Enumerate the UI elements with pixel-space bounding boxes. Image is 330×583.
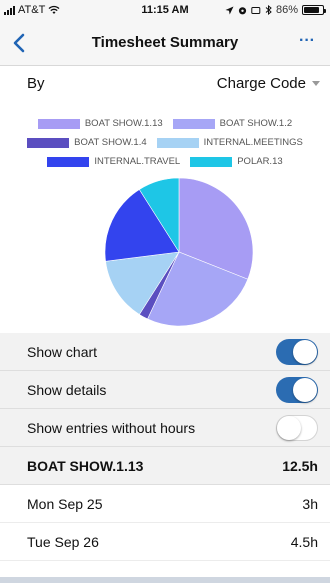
show-empty-entries-toggle[interactable] [276, 414, 318, 441]
entry-hours: 3h [302, 495, 318, 512]
page-title: Timesheet Summary [91, 34, 239, 51]
battery-icon [302, 5, 326, 15]
list-item[interactable]: Tue Sep 26 4.5h [0, 523, 330, 561]
group-by-row: By Charge Code [0, 67, 330, 109]
entry-date: Mon Sep 25 [27, 495, 103, 512]
battery-percent: 86% [275, 4, 298, 16]
legend-item: POLAR.13 [190, 156, 283, 167]
location-icon [225, 6, 234, 14]
legend-item: INTERNAL.MEETINGS [156, 137, 303, 148]
alarm-icon [238, 6, 247, 14]
legend-label: BOAT SHOW.1.2 [219, 118, 293, 129]
legend-row: BOAT SHOW.1.13 BOAT SHOW.1.2 [0, 114, 330, 133]
group-by-label: By [27, 75, 45, 92]
toggle-label: Show details [27, 381, 107, 398]
legend-swatch [27, 137, 70, 148]
bluetooth-icon [265, 5, 272, 15]
legend-label: BOAT SHOW.1.13 [84, 118, 163, 129]
legend-item: BOAT SHOW.1.13 [37, 118, 163, 129]
chart-legend: BOAT SHOW.1.13 BOAT SHOW.1.2 BOAT SHOW.1… [0, 114, 330, 171]
charge-code-name: BOAT SHOW.1.13 [27, 457, 144, 474]
show-chart-row: Show chart [0, 333, 330, 371]
legend-label: POLAR.13 [237, 156, 283, 167]
legend-item: BOAT SHOW.1.2 [172, 118, 293, 129]
legend-row: BOAT SHOW.1.4 INTERNAL.MEETINGS [0, 133, 330, 152]
group-by-select[interactable]: Charge Code [217, 75, 320, 92]
legend-swatch [47, 156, 90, 167]
entry-list: Mon Sep 25 3h Tue Sep 26 4.5h [0, 485, 330, 561]
legend-item: INTERNAL.TRAVEL [47, 156, 180, 167]
charge-code-group-header: BOAT SHOW.1.13 12.5h [0, 447, 330, 485]
list-item[interactable]: Mon Sep 25 3h [0, 485, 330, 523]
entry-hours: 4.5h [290, 533, 318, 550]
legend-swatch [37, 118, 80, 129]
legend-label: BOAT SHOW.1.4 [74, 137, 147, 148]
show-empty-entries-row: Show entries without hours [0, 409, 330, 447]
more-options-button[interactable]: ··· [294, 30, 320, 56]
legend-swatch [156, 137, 199, 148]
toggle-label: Show entries without hours [27, 419, 196, 436]
toggle-knob [277, 415, 301, 440]
summary-list: Show chart Show details Show entries wit… [0, 333, 330, 561]
status-right: 86% [225, 4, 326, 16]
screen-rotation-icon [251, 6, 261, 14]
legend-swatch [190, 156, 233, 167]
legend-row: INTERNAL.TRAVEL POLAR.13 [0, 152, 330, 171]
show-details-toggle[interactable] [276, 376, 318, 403]
legend-label: INTERNAL.MEETINGS [203, 137, 303, 148]
show-chart-toggle[interactable] [276, 338, 318, 365]
dropdown-caret-icon [312, 81, 320, 86]
toggle-knob [293, 377, 317, 402]
group-by-value: Charge Code [216, 75, 306, 92]
bottom-edge [0, 577, 330, 583]
legend-label: INTERNAL.TRAVEL [94, 156, 181, 167]
status-bar: AT&T 11:15 AM 86% [0, 0, 330, 20]
pie-chart [104, 177, 254, 327]
toggle-label: Show chart [27, 343, 98, 360]
toggle-knob [293, 339, 317, 364]
entry-date: Tue Sep 26 [27, 533, 99, 550]
show-details-row: Show details [0, 371, 330, 409]
navigation-bar: Timesheet Summary ··· [0, 20, 330, 66]
charge-code-total: 12.5h [282, 457, 318, 474]
legend-swatch [172, 118, 215, 129]
legend-item: BOAT SHOW.1.4 [27, 137, 147, 148]
